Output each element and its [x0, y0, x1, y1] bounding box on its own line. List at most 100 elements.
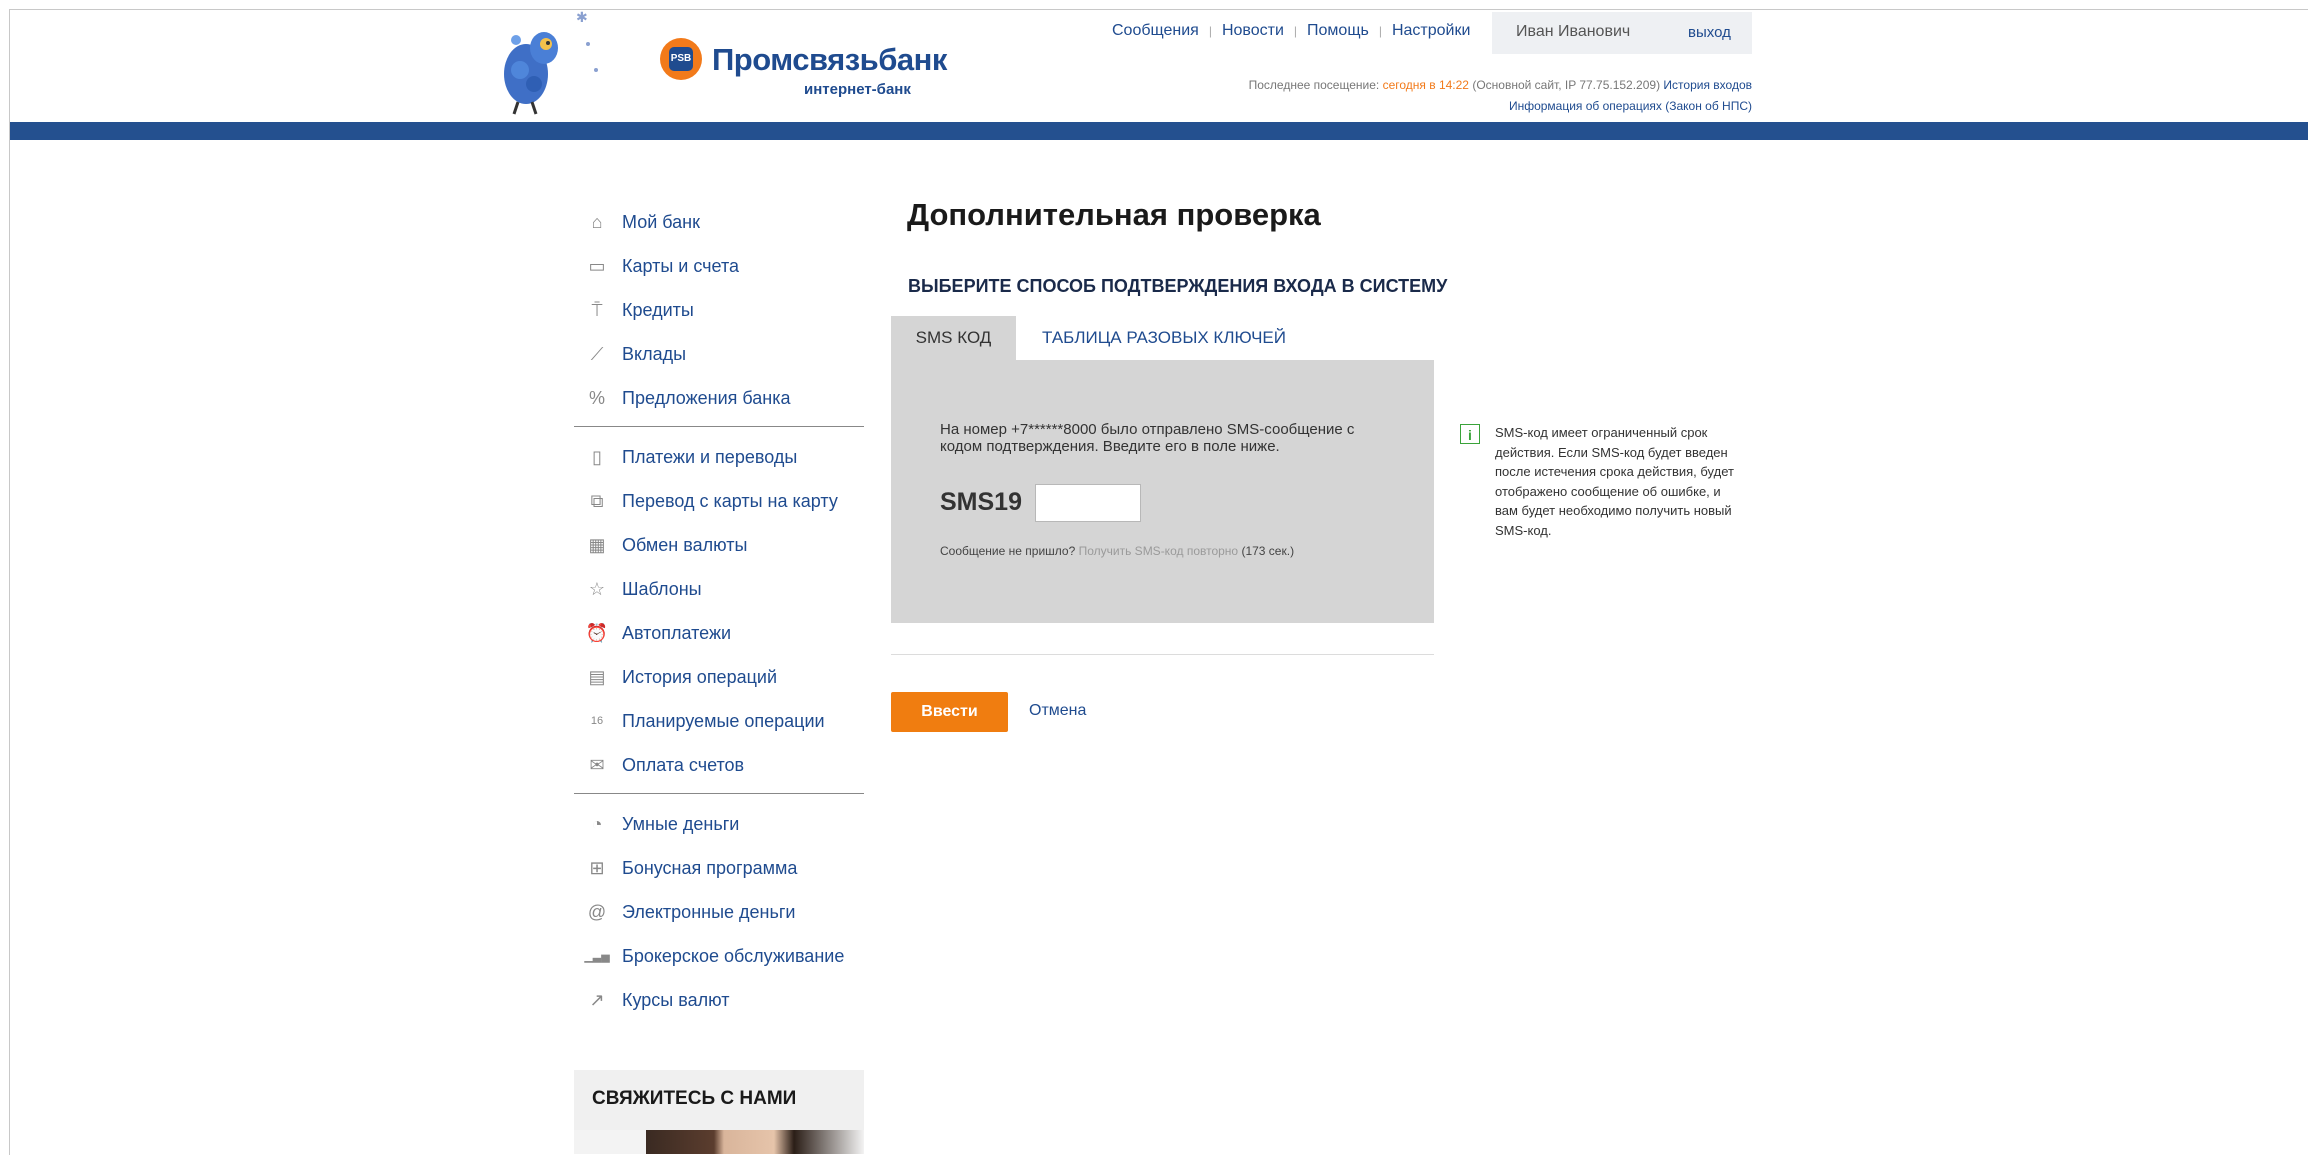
svg-text:✱: ✱ [576, 10, 588, 25]
sidebar-item-label: Платежи и переводы [622, 446, 798, 467]
header-bar [10, 122, 2308, 140]
resend-info: Сообщение не пришло? Получить SMS-код по… [940, 544, 1294, 558]
sidebar-group-payments: ▯ Платежи и переводы ⧉ Перевод с карты на к… [574, 435, 864, 787]
sidebar-item[interactable]: ↗ Курсы валют [574, 978, 864, 1022]
sidebar-item[interactable]: @ Электронные деньги [574, 890, 864, 934]
last-visit-info: Последнее посещение: сегодня в 14:22 (Ос… [1249, 78, 1752, 92]
sidebar-item[interactable]: ⧉ Перевод с карты на карту [574, 479, 864, 523]
sidebar-item[interactable]: ▦ Обмен валюты [574, 523, 864, 567]
user-box: Иван Иванович выход [1492, 12, 1752, 54]
sms-code-label: SMS19 [940, 488, 1022, 516]
calendar-icon: 16 [590, 715, 604, 727]
submit-button[interactable]: Ввести [891, 692, 1008, 732]
document-icon: ▤ [588, 666, 606, 687]
sidebar-item-label: Перевод с карты на карту [622, 490, 838, 511]
sms-panel: На номер +7******8000 было отправлено SM… [891, 360, 1434, 623]
sidebar-menu: ⌂ Мой банк ▭ Карты и счета ⍑ Кредиты ⟋ Вклады% П… [574, 200, 864, 1022]
operations-info-link[interactable]: Информация об операциях (Закон об НПС) [1509, 99, 1752, 113]
bank-logo-icon: PSB [660, 38, 702, 80]
resend-prefix: Сообщение не пришло? [940, 544, 1076, 558]
confirmation-method-heading: ВЫБЕРИТЕ СПОСОБ ПОДТВЕРЖДЕНИЯ ВХОДА В СИ… [908, 276, 1448, 296]
percent-icon: % [588, 387, 605, 408]
star-icon: ☆ [588, 578, 606, 599]
sidebar-group-services: ◔ Умные деньги ⊞ Бонусная программа @ Электро… [574, 802, 864, 1022]
envelope-icon: ✉ [589, 754, 605, 775]
info-icon: i [1460, 424, 1480, 444]
sidebar-item-label: Кредиты [622, 299, 694, 320]
wallet-icon: ▯ [592, 446, 602, 467]
gift-icon: ⊞ [589, 857, 605, 878]
last-visit-detail: (Основной сайт, IP 77.75.152.209) [1472, 78, 1661, 92]
pie-chart-icon: ◔ [591, 813, 603, 834]
tab-one-time-keys[interactable]: ТАБЛИЦА РАЗОВЫХ КЛЮЧЕЙ [1042, 316, 1286, 360]
cards-icon: ⧉ [590, 490, 604, 511]
form-divider [891, 654, 1434, 655]
contact-us-block[interactable]: СВЯЖИТЕСЬ С НАМИ [574, 1070, 864, 1130]
cancel-link[interactable]: Отмена [1029, 702, 1086, 720]
nav-separator: | [1293, 24, 1298, 38]
tab-sms-code[interactable]: SMS КОД [891, 316, 1016, 360]
sidebar-item-label: Карты и счета [622, 255, 739, 276]
sidebar-item[interactable]: ⏰ Автоплатежи [574, 611, 864, 655]
login-history-link[interactable]: История входов [1663, 78, 1752, 92]
card-icon: ▭ [588, 255, 606, 276]
sidebar-item-label: Шаблоны [622, 578, 702, 599]
sidebar-item[interactable]: ⊞ Бонусная программа [574, 846, 864, 890]
sidebar-item[interactable]: ⟋ Вклады [574, 332, 864, 376]
logo-mark-text: PSB [669, 47, 693, 71]
sidebar-item[interactable]: ⍑ Кредиты [574, 288, 864, 332]
resend-sms-link[interactable]: Получить SMS-код повторно [1079, 544, 1239, 558]
sidebar-item[interactable]: 16 Планируемые операции [574, 699, 864, 743]
nav-settings[interactable]: Настройки [1392, 22, 1470, 39]
calculator-icon: ▦ [588, 534, 606, 555]
logout-link[interactable]: выход [1688, 24, 1731, 41]
sidebar-item-label: Умные деньги [622, 813, 740, 834]
chart-icon: ⟋ [590, 343, 604, 364]
contact-us-title: СВЯЖИТЕСЬ С НАМИ [592, 1088, 797, 1109]
last-visit-time: сегодня в 14:22 [1382, 78, 1469, 92]
paint-roller-icon: ⍑ [591, 299, 603, 320]
contact-photo [574, 1130, 864, 1154]
sms-sent-message: На номер +7******8000 было отправлено SM… [940, 421, 1355, 455]
sidebar-item[interactable]: ▁▃▅ Брокерское обслуживание [574, 934, 864, 978]
sidebar-group-main: ⌂ Мой банк ▭ Карты и счета ⍑ Кредиты ⟋ Вклады% П… [574, 200, 864, 420]
sidebar-item[interactable]: % Предложения банка [574, 376, 864, 420]
sidebar-item[interactable]: ▯ Платежи и переводы [574, 435, 864, 479]
alarm-clock-icon: ⏰ [585, 622, 609, 643]
nav-separator: | [1208, 24, 1212, 38]
sidebar-item-label: Мой банк [622, 211, 700, 232]
bar-chart-icon: ▁▃▅ [584, 950, 610, 963]
sidebar-divider [574, 426, 864, 427]
sidebar-item-label: Курсы валют [622, 989, 730, 1010]
mascot-illustration: ✱✱ [496, 9, 640, 120]
top-navigation: Сообщения | Новости | Помощь | Настройки [1112, 22, 1470, 40]
nav-news[interactable]: Новости [1222, 22, 1284, 39]
trend-icon: ↗ [589, 989, 605, 1010]
sidebar-item[interactable]: ◔ Умные деньги [574, 802, 864, 846]
sidebar-item-label: История операций [622, 666, 778, 687]
sms-info-text: SMS-код имеет ограниченный срок действия… [1495, 425, 1734, 538]
sidebar-item[interactable]: ✉ Оплата счетов [574, 743, 864, 787]
sidebar-item-label: Бонусная программа [622, 857, 798, 878]
sidebar-item-label: Предложения банка [622, 387, 791, 408]
sms-code-input[interactable] [1035, 484, 1141, 522]
bank-subtitle: интернет-банк [804, 81, 911, 98]
sidebar-item-label: Обмен валюты [622, 534, 748, 555]
sidebar-item-label: Электронные деньги [622, 901, 796, 922]
home-icon: ⌂ [591, 211, 603, 232]
sidebar-divider [574, 793, 864, 794]
resend-timer: (173 сек.) [1241, 544, 1295, 558]
sidebar-item[interactable]: ▭ Карты и счета [574, 244, 864, 288]
nav-messages[interactable]: Сообщения [1112, 22, 1199, 39]
nav-separator: | [1378, 24, 1382, 38]
sidebar-item[interactable]: ▤ История операций [574, 655, 864, 699]
sidebar-item[interactable]: ⌂ Мой банк [574, 200, 864, 244]
sidebar-item-label: Брокерское обслуживание [622, 945, 845, 966]
user-name[interactable]: Иван Иванович [1516, 23, 1630, 41]
sidebar-item-label: Планируемые операции [622, 710, 825, 731]
bank-name: Промсвязьбанк [712, 42, 947, 77]
sidebar-item[interactable]: ☆ Шаблоны [574, 567, 864, 611]
sidebar-item-label: Оплата счетов [622, 754, 745, 775]
email-money-icon: @ [587, 901, 607, 922]
nav-help[interactable]: Помощь [1307, 22, 1369, 39]
